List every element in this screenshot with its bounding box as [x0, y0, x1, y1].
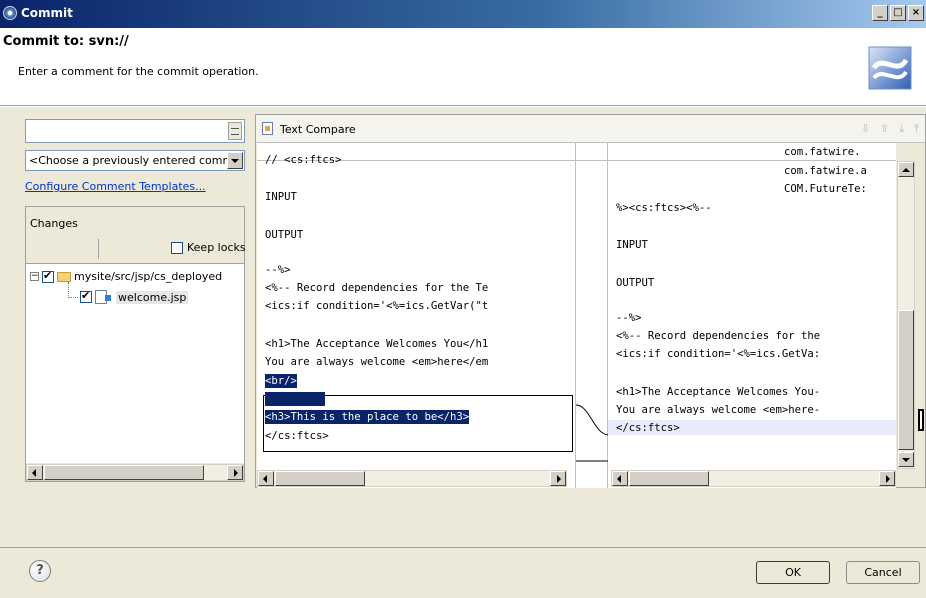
scroll-thumb[interactable]	[898, 310, 914, 450]
dropdown-arrow-icon[interactable]	[227, 152, 243, 169]
scroll-down-icon[interactable]	[898, 452, 914, 467]
maximize-button[interactable]: □	[890, 5, 906, 21]
code-line: </cs:ftcs>	[265, 430, 329, 442]
compare-header: Text Compare ⇩ ⇧ ⤓ ⤒	[256, 115, 925, 143]
code-line: <h1>The Acceptance Welcomes You</h1	[265, 338, 489, 350]
left-horizontal-scrollbar[interactable]	[257, 470, 567, 487]
code-line-changed: <h3>This is the place to be</h3>	[265, 410, 470, 424]
right-text-pane[interactable]: com.fatwire. com.fatwire.a COM.FutureTe:…	[608, 143, 896, 488]
changes-panel: Changes Keep locks − mysite/src/jsp/cs_d…	[25, 206, 246, 482]
text-compare-panel: Text Compare ⇩ ⇧ ⤓ ⤒ // <cs:ftcs> INPUT …	[255, 114, 926, 488]
keep-locks-checkbox[interactable]	[171, 241, 183, 254]
previous-comments-value: <Choose a previously entered comm	[29, 154, 227, 167]
previous-change-icon[interactable]: ⤒	[914, 122, 919, 136]
left-text-pane[interactable]: // <cs:ftcs> INPUT OUTPUT --%> <%-- Reco…	[257, 143, 575, 488]
configure-templates-link[interactable]: Configure Comment Templates...	[25, 180, 206, 193]
file-label: welcome.jsp	[116, 290, 189, 304]
code-line: INPUT	[265, 191, 297, 203]
tree-connector	[68, 297, 78, 298]
next-change-icon[interactable]: ⤓	[899, 122, 904, 136]
right-vertical-scrollbar[interactable]	[897, 161, 915, 469]
code-line: <%-- Record dependencies for the	[616, 330, 821, 342]
scroll-right-icon[interactable]	[550, 471, 566, 486]
code-line: <%-- Record dependencies for the Te	[265, 282, 489, 294]
diff-connector	[576, 404, 609, 462]
diff-overview-marker[interactable]	[918, 409, 924, 431]
scroll-thumb[interactable]	[44, 465, 204, 480]
code-line-changed	[265, 392, 325, 406]
compare-doc-icon	[262, 122, 273, 135]
code-line: OUTPUT	[265, 229, 304, 241]
scroll-left-icon[interactable]	[258, 471, 274, 486]
file-checkbox[interactable]	[80, 289, 92, 303]
next-difference-icon[interactable]: ⇩	[861, 122, 870, 136]
scroll-left-icon[interactable]	[612, 471, 628, 486]
compare-toolbar: ⇩ ⇧ ⤓ ⤒	[861, 122, 919, 136]
cancel-button[interactable]: Cancel	[846, 561, 920, 584]
code-line: <ics:if condition='<%=ics.GetVa:	[616, 348, 821, 360]
help-icon[interactable]: ?	[29, 560, 51, 582]
code-line: You are always welcome <em>here</em	[265, 356, 489, 368]
code-line: // <cs:ftcs>	[265, 154, 342, 166]
title-bar: Commit _ □ ×	[0, 0, 926, 28]
scroll-thumb[interactable]	[275, 471, 365, 486]
folder-icon	[57, 271, 71, 282]
tree-item-folder[interactable]: − mysite/src/jsp/cs_deployed	[30, 269, 223, 283]
code-line: %><cs:ftcs><%--	[616, 202, 712, 214]
window-controls: _ □ ×	[872, 5, 924, 21]
window-title: Commit	[21, 6, 73, 20]
previous-comments-select[interactable]: <Choose a previously entered comm	[25, 150, 245, 171]
folder-label: mysite/src/jsp/cs_deployed	[74, 270, 223, 283]
previous-difference-icon[interactable]: ⇧	[880, 122, 889, 136]
dialog-footer: ? OK Cancel	[0, 547, 926, 598]
close-button[interactable]: ×	[908, 5, 924, 21]
code-line: <ics:if condition='<%=ics.GetVar("t	[265, 300, 489, 312]
code-line: --%>	[265, 264, 291, 276]
scroll-right-icon[interactable]	[227, 465, 243, 480]
code-line-changed: <br/>	[265, 374, 297, 388]
svn-logo-icon	[868, 46, 912, 90]
code-line: COM.FutureTe:	[784, 183, 867, 195]
changes-tree: − mysite/src/jsp/cs_deployed welcome.jsp	[26, 263, 244, 463]
tree-connector	[68, 282, 69, 298]
folder-checkbox[interactable]	[42, 269, 54, 283]
scroll-thumb[interactable]	[629, 471, 709, 486]
compare-title: Text Compare	[280, 123, 356, 136]
ok-button[interactable]: OK	[756, 561, 830, 584]
code-line: OUTPUT	[616, 277, 655, 289]
dialog-message: Enter a comment for the commit operation…	[18, 65, 259, 78]
code-line: com.fatwire.	[784, 146, 861, 158]
changes-title: Changes	[30, 217, 78, 230]
tree-item-file[interactable]: welcome.jsp	[80, 289, 189, 304]
minimize-button[interactable]: _	[872, 5, 888, 21]
toolbar-separator	[98, 239, 99, 259]
code-line: You are always welcome <em>here-	[616, 404, 821, 416]
comment-input[interactable]	[25, 119, 245, 143]
code-line: com.fatwire.a	[784, 165, 867, 177]
code-line: INPUT	[616, 239, 648, 251]
jsp-file-icon	[95, 290, 111, 304]
collapse-icon[interactable]: −	[30, 272, 39, 281]
changes-horizontal-scrollbar[interactable]	[26, 464, 244, 481]
dialog-title: Commit to: svn://	[3, 34, 129, 49]
subversion-icon	[3, 6, 17, 20]
code-line: <h1>The Acceptance Welcomes You-	[616, 386, 821, 398]
comment-scroll-icon[interactable]	[228, 122, 242, 140]
right-horizontal-scrollbar[interactable]	[611, 470, 896, 487]
dialog-header: Commit to: svn:// Enter a comment for th…	[0, 28, 926, 106]
scroll-up-icon[interactable]	[898, 162, 914, 177]
scroll-left-icon[interactable]	[27, 465, 43, 480]
code-line: --%>	[616, 312, 642, 324]
scroll-right-icon[interactable]	[879, 471, 895, 486]
diff-gutter	[575, 143, 609, 488]
keep-locks-option[interactable]: Keep locks	[171, 241, 246, 254]
code-line: </cs:ftcs>	[616, 422, 680, 434]
keep-locks-label: Keep locks	[187, 241, 246, 254]
